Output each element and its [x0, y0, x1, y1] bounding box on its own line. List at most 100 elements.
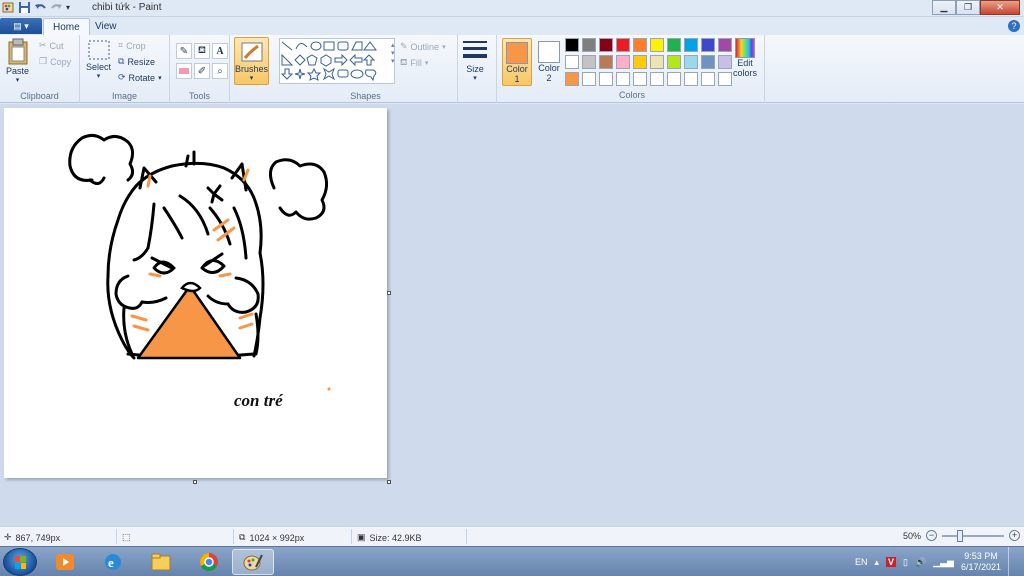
- magnifier-icon[interactable]: ⌕: [212, 63, 228, 79]
- palette-swatch[interactable]: [718, 55, 732, 69]
- taskbar-paint[interactable]: [232, 549, 274, 575]
- paint-app-icon[interactable]: [2, 1, 15, 14]
- zoom-in-button[interactable]: +: [1009, 530, 1020, 541]
- select-button[interactable]: Select ▾: [86, 38, 111, 80]
- usb-device-icon[interactable]: ▯: [903, 557, 908, 568]
- edit-colors-button[interactable]: Edit colors: [733, 38, 757, 78]
- palette-swatch[interactable]: [565, 72, 579, 86]
- selection-size: ⬚: [122, 532, 131, 543]
- resize-label: Resize: [127, 56, 155, 67]
- palette-swatch[interactable]: [684, 38, 698, 52]
- palette-swatch[interactable]: [599, 38, 613, 52]
- palette-swatch[interactable]: [667, 72, 681, 86]
- resize-handle-bottom[interactable]: [193, 480, 197, 484]
- zoom-slider-thumb[interactable]: [957, 529, 963, 542]
- fill-button[interactable]: ⛾ Fill ▾: [400, 57, 428, 69]
- copy-button[interactable]: ❐ Copy: [39, 56, 71, 67]
- palette-swatch[interactable]: [565, 38, 579, 52]
- qat-customize-icon[interactable]: ▾: [66, 3, 70, 12]
- pencil-icon[interactable]: ✎: [176, 43, 192, 59]
- palette-swatch[interactable]: [701, 38, 715, 52]
- zoom-out-button[interactable]: −: [926, 530, 937, 541]
- palette-swatch[interactable]: [599, 55, 613, 69]
- taskbar-file-explorer[interactable]: [140, 549, 182, 575]
- paste-button[interactable]: Paste ▾: [6, 38, 29, 84]
- palette-swatch[interactable]: [616, 72, 630, 86]
- restore-button[interactable]: ❐: [956, 0, 980, 15]
- color2-button[interactable]: Color 2: [534, 38, 564, 86]
- fill-bucket-icon[interactable]: ⛾: [194, 43, 210, 59]
- palette-swatch[interactable]: [701, 72, 715, 86]
- tab-view[interactable]: View: [86, 18, 126, 35]
- redo-icon[interactable]: [50, 1, 63, 14]
- palette-swatch[interactable]: [667, 55, 681, 69]
- volume-icon[interactable]: 🔊: [915, 557, 926, 568]
- file-menu-button[interactable]: ▤ ▾: [0, 18, 42, 34]
- palette-swatch[interactable]: [582, 55, 596, 69]
- zoom-slider[interactable]: [942, 529, 1004, 542]
- clock[interactable]: 9:53 PM 6/17/2021: [961, 551, 1001, 573]
- palette-swatch[interactable]: [718, 38, 732, 52]
- palette-swatch[interactable]: [582, 72, 596, 86]
- edit-colors-label-2: colors: [733, 68, 758, 78]
- shapes-gallery[interactable]: [279, 38, 395, 84]
- ribbon-divider: [496, 35, 497, 103]
- palette-swatch[interactable]: [650, 38, 664, 52]
- network-signal-icon[interactable]: ▁▃▅: [933, 557, 954, 568]
- palette-swatch[interactable]: [616, 38, 630, 52]
- help-icon[interactable]: ?: [1008, 20, 1020, 32]
- palette-swatch[interactable]: [633, 38, 647, 52]
- outline-icon: ✎: [400, 41, 408, 51]
- antivirus-icon[interactable]: V: [886, 557, 897, 567]
- palette-swatch[interactable]: [599, 72, 613, 86]
- drawing-canvas[interactable]: con tré: [4, 108, 391, 484]
- palette-swatch[interactable]: [718, 72, 732, 86]
- show-hidden-icons-icon[interactable]: ▴: [874, 557, 879, 568]
- status-divider: [351, 529, 352, 544]
- outline-button[interactable]: ✎ Outline ▾: [400, 41, 446, 52]
- size-button[interactable]: Size ▾: [462, 38, 488, 82]
- brushes-button[interactable]: Brushes ▾: [234, 37, 269, 85]
- color-picker-icon[interactable]: ✐: [194, 63, 210, 79]
- undo-icon[interactable]: [34, 1, 47, 14]
- paste-dropdown-icon: ▾: [15, 77, 20, 84]
- color1-button[interactable]: Color 1: [502, 38, 532, 86]
- color1-swatch: [506, 42, 528, 64]
- rotate-button[interactable]: ⟳ Rotate ▾: [118, 72, 162, 83]
- resize-button[interactable]: ⧉ Resize: [118, 56, 155, 67]
- palette-swatch[interactable]: [565, 55, 579, 69]
- shapes-scroll-icon[interactable]: ▴ ▾ ▾: [391, 41, 395, 65]
- close-button[interactable]: ✕: [980, 0, 1020, 15]
- palette-swatch[interactable]: [582, 38, 596, 52]
- eraser-icon[interactable]: [176, 63, 192, 79]
- taskbar-internet-explorer[interactable]: e: [92, 549, 134, 575]
- palette-swatch[interactable]: [684, 55, 698, 69]
- palette-swatch[interactable]: [650, 55, 664, 69]
- taskbar-media-player[interactable]: [44, 549, 86, 575]
- save-icon[interactable]: [18, 1, 31, 14]
- color-palette: [565, 38, 732, 86]
- tab-home[interactable]: Home: [43, 18, 90, 35]
- media-player-icon: [56, 554, 74, 570]
- palette-swatch[interactable]: [667, 38, 681, 52]
- minimize-button[interactable]: ▁: [932, 0, 956, 15]
- resize-handle-right[interactable]: [387, 291, 391, 295]
- status-divider: [466, 529, 467, 544]
- palette-swatch[interactable]: [616, 55, 630, 69]
- palette-swatch[interactable]: [633, 55, 647, 69]
- palette-swatch[interactable]: [650, 72, 664, 86]
- outline-label: Outline: [410, 41, 440, 52]
- language-indicator[interactable]: EN: [855, 557, 868, 567]
- fill-label: Fill: [410, 58, 422, 68]
- show-desktop-button[interactable]: [1008, 547, 1016, 576]
- workspace[interactable]: con tré: [0, 104, 1024, 526]
- crop-button[interactable]: ⌗ Crop: [118, 40, 146, 51]
- palette-swatch[interactable]: [633, 72, 647, 86]
- start-button[interactable]: [3, 548, 37, 576]
- cut-button[interactable]: ✂ Cut: [39, 40, 64, 51]
- palette-swatch[interactable]: [701, 55, 715, 69]
- palette-swatch[interactable]: [684, 72, 698, 86]
- taskbar-chrome[interactable]: [188, 549, 230, 575]
- resize-handle-corner[interactable]: [387, 480, 391, 484]
- text-tool-icon[interactable]: A: [212, 43, 228, 59]
